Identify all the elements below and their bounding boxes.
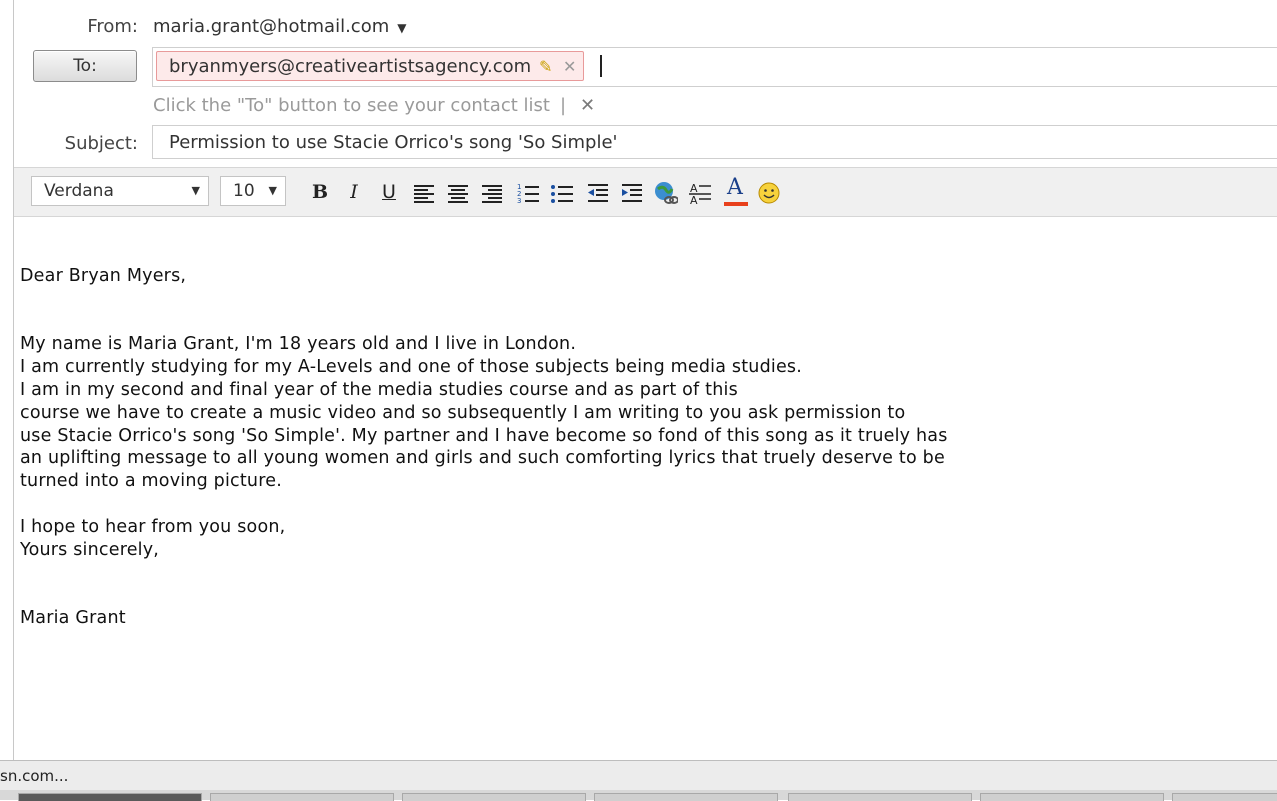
bold-icon[interactable]: B <box>306 178 334 206</box>
formatting-toolbar: Verdana ▼ 10 ▼ B I U 123 A A A <box>14 167 1277 217</box>
close-hint-icon[interactable]: ✕ <box>580 95 595 116</box>
edit-pencil-icon[interactable]: ✎ <box>539 52 552 82</box>
chevron-down-icon: ▼ <box>268 184 277 197</box>
insert-link-icon[interactable] <box>654 181 678 205</box>
svg-text:3: 3 <box>517 197 521 205</box>
chevron-down-icon: ▼ <box>191 184 200 197</box>
numbered-list-icon[interactable]: 123 <box>516 181 540 205</box>
body-line: turned into a moving picture. <box>20 471 282 492</box>
subject-label: Subject: <box>64 133 138 154</box>
recipient-address: bryanmyers@creativeartistsagency.com <box>169 56 532 77</box>
font-size-select[interactable]: 10 ▼ <box>220 176 286 206</box>
bulleted-list-icon[interactable] <box>550 181 574 205</box>
recipient-chip[interactable]: bryanmyers@creativeartistsagency.com ✎ ✕ <box>156 51 584 81</box>
text-cursor <box>600 55 602 77</box>
status-bar: sn.com... <box>0 760 1277 791</box>
emoticon-icon[interactable] <box>757 181 781 205</box>
taskbar <box>0 790 1277 801</box>
closing-line: Yours sincerely, <box>20 539 160 560</box>
dropdown-arrow-icon: ▼ <box>397 21 407 35</box>
align-center-icon[interactable] <box>446 181 470 205</box>
font-color-icon[interactable]: A <box>721 174 749 202</box>
svg-text:A: A <box>690 194 698 205</box>
status-text: sn.com... <box>0 767 69 785</box>
increase-indent-icon[interactable] <box>620 181 644 205</box>
contact-hint-text: Click the "To" button to see your contac… <box>153 95 550 116</box>
subject-input[interactable]: Permission to use Stacie Orrico's song '… <box>152 125 1277 159</box>
contact-hint: Click the "To" button to see your contac… <box>153 95 595 116</box>
decrease-indent-icon[interactable] <box>586 181 610 205</box>
font-size-value: 10 <box>233 181 255 201</box>
from-address: maria.grant@hotmail.com <box>153 16 390 37</box>
closing-line: I hope to hear from you soon, <box>20 516 286 537</box>
body-line: I am currently studying for my A-Levels … <box>20 357 803 378</box>
body-line: use Stacie Orrico's song 'So Simple'. My… <box>20 425 948 446</box>
to-button[interactable]: To: <box>33 50 137 82</box>
align-left-icon[interactable] <box>412 181 436 205</box>
message-body[interactable]: Dear Bryan Myers, My name is Maria Grant… <box>20 265 1220 630</box>
from-selector[interactable]: maria.grant@hotmail.com ▼ <box>153 16 406 37</box>
underline-icon[interactable]: U <box>375 178 403 206</box>
font-color-swatch <box>724 202 748 206</box>
left-border <box>13 0 14 760</box>
from-row: From: maria.grant@hotmail.com ▼ <box>14 12 1277 42</box>
body-line: My name is Maria Grant, I'm 18 years old… <box>20 334 577 355</box>
to-field[interactable]: bryanmyers@creativeartistsagency.com ✎ ✕ <box>152 47 1277 87</box>
align-right-icon[interactable] <box>480 181 504 205</box>
font-family-select[interactable]: Verdana ▼ <box>31 176 209 206</box>
remove-recipient-icon[interactable]: ✕ <box>563 52 576 82</box>
font-family-value: Verdana <box>44 181 114 201</box>
hint-separator: | <box>559 95 567 116</box>
highlight-icon[interactable]: A A <box>688 181 712 205</box>
body-line: I am in my second and final year of the … <box>20 379 738 400</box>
italic-icon[interactable]: I <box>340 178 368 206</box>
greeting: Dear Bryan Myers, <box>20 266 187 286</box>
signature: Maria Grant <box>20 607 126 628</box>
body-line: course we have to create a music video a… <box>20 402 906 423</box>
from-label: From: <box>87 16 138 37</box>
body-line: an uplifting message to all young women … <box>20 448 945 469</box>
